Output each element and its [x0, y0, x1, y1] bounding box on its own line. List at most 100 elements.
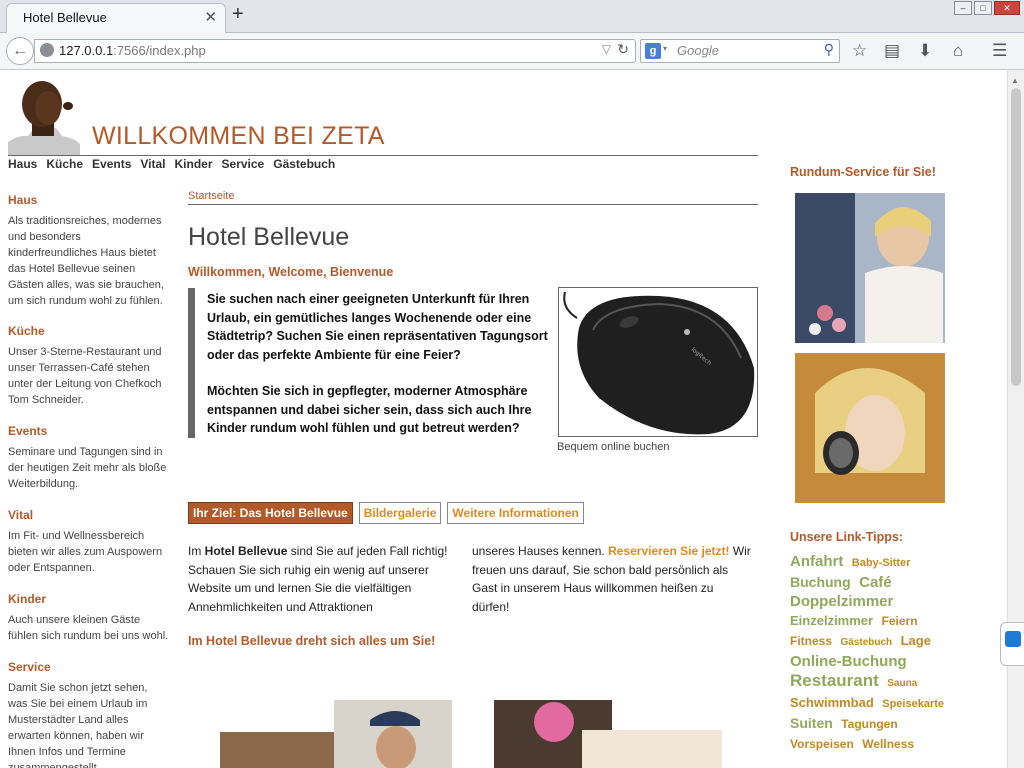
bookmark-star-icon[interactable]: ☆ — [852, 41, 867, 61]
nav-haus[interactable]: Haus — [8, 157, 37, 171]
avatar — [8, 81, 80, 156]
window-controls: – □ ✕ — [954, 1, 1020, 15]
sidebar-text-haus: Als traditionsreiches, modernes und beso… — [8, 215, 164, 307]
search-input[interactable]: Google — [677, 43, 719, 58]
tag-link[interactable]: Sauna — [887, 678, 917, 689]
scroll-up-icon[interactable]: ▲ — [1011, 76, 1019, 85]
tag-link[interactable]: Speisekarte — [882, 698, 944, 710]
sidebar-section-vital: Vital Im Fit- und Wellnessbereich bieten… — [8, 508, 170, 576]
content-column-2: unseres Hauses kennen. Reservieren Sie j… — [472, 542, 752, 616]
reserve-now-link[interactable]: Reservieren Sie jetzt! — [608, 544, 729, 558]
tag-link[interactable]: Doppelzimmer — [790, 593, 893, 610]
teamviewer-icon — [1005, 631, 1021, 647]
new-tab-icon[interactable]: + — [232, 3, 244, 26]
remote-support-widget[interactable] — [1000, 622, 1024, 666]
nav-kueche[interactable]: Küche — [46, 157, 83, 171]
menu-icon[interactable]: ☰ — [992, 41, 1007, 61]
download-icon[interactable]: ⬇ — [918, 41, 932, 61]
sidebar-section-service: Service Damit Sie schon jetzt sehen, was… — [8, 660, 170, 768]
intro-quote: Sie suchen nach einer geeigneten Unterku… — [188, 288, 552, 438]
intro-paragraph-2: Möchten Sie sich in gepflegter, moderner… — [207, 384, 532, 435]
back-arrow-icon[interactable]: ← — [6, 37, 34, 65]
browser-tab[interactable]: Hotel Bellevue ✕ — [6, 3, 226, 33]
tag-link[interactable]: Wellness — [862, 737, 914, 751]
sidebar-title-service[interactable]: Service — [8, 660, 170, 674]
tag-link[interactable]: Tagungen — [841, 717, 897, 731]
breadcrumb[interactable]: Startseite — [188, 190, 234, 202]
sidebar-text-vital: Im Fit- und Wellnessbereich bieten wir a… — [8, 530, 163, 574]
col1-text-start: Im — [188, 544, 205, 558]
intro-paragraph-1: Sie suchen nach einer geeigneten Unterku… — [207, 292, 548, 362]
site-welcome-heading: WILLKOMMEN BEI ZETA — [92, 122, 385, 150]
close-tab-icon[interactable]: ✕ — [204, 8, 217, 26]
url-text: 127.0.0.1:7566/index.php — [59, 43, 206, 58]
tag-link[interactable]: Fitness — [790, 634, 832, 648]
tag-link[interactable]: Suiten — [790, 715, 833, 731]
header-divider — [8, 155, 758, 156]
tag-link[interactable]: Anfahrt — [790, 553, 843, 570]
tag-link[interactable]: Einzelzimmer — [790, 613, 873, 628]
nav-vital[interactable]: Vital — [140, 157, 165, 171]
sidebar-text-events: Seminare und Tagungen sind in der heutig… — [8, 446, 167, 490]
sidebar-title-kueche[interactable]: Küche — [8, 324, 170, 338]
reload-icon[interactable]: ↻ — [617, 41, 629, 58]
window-close-icon[interactable]: ✕ — [994, 1, 1020, 15]
navigation-toolbar: ← 127.0.0.1:7566/index.php ▽ ↻ g ▾ Googl… — [0, 33, 1024, 70]
page-title: Hotel Bellevue — [188, 223, 350, 251]
search-bar[interactable]: g ▾ Google ⚲ — [640, 39, 840, 63]
tag-cloud: Anfahrt Baby-Sitter Buchung Café Doppelz… — [790, 552, 960, 754]
sidebar-text-service: Damit Sie schon jetzt sehen, was Sie bei… — [8, 682, 148, 768]
sidebar-section-kueche: Küche Unser 3-Sterne-Restaurant und unse… — [8, 324, 170, 408]
tab-bar: Hotel Bellevue ✕ + – □ ✕ — [0, 0, 1024, 33]
search-icon[interactable]: ⚲ — [824, 41, 834, 58]
url-path: :7566/index.php — [113, 43, 206, 58]
sidebar-text-kueche: Unser 3-Sterne-Restaurant und unser Terr… — [8, 346, 162, 406]
tag-link[interactable]: Baby-Sitter — [852, 557, 911, 569]
nav-events[interactable]: Events — [92, 157, 131, 171]
url-bar[interactable]: 127.0.0.1:7566/index.php ▽ ↻ — [34, 39, 636, 63]
scroll-thumb[interactable] — [1011, 88, 1021, 386]
tag-link[interactable]: Feiern — [882, 614, 918, 628]
gallery-thumbnails — [220, 700, 722, 768]
minimize-icon[interactable]: – — [954, 1, 972, 15]
tagline: Im Hotel Bellevue dreht sich alles um Si… — [188, 634, 436, 648]
link-tips-heading: Unsere Link-Tipps: — [790, 530, 903, 544]
content-tabs: Ihr Ziel: Das Hotel Bellevue Bildergaler… — [188, 502, 584, 524]
sidebar-section-kinder: Kinder Auch unsere kleinen Gäste fühlen … — [8, 592, 170, 644]
google-icon[interactable]: g — [645, 43, 661, 59]
nav-kinder[interactable]: Kinder — [175, 157, 213, 171]
sidebar-title-haus[interactable]: Haus — [8, 193, 170, 207]
maximize-icon[interactable]: □ — [974, 1, 992, 15]
wedding-photo[interactable] — [795, 193, 945, 343]
tag-link[interactable]: Café — [859, 574, 892, 591]
search-engine-dropdown-icon[interactable]: ▾ — [663, 44, 667, 53]
main-navigation: Haus Küche Events Vital Kinder Service G… — [8, 157, 335, 171]
tag-link[interactable]: Vorspeisen — [790, 737, 854, 751]
sidebar-text-kinder: Auch unsere kleinen Gäste fühlen sich ru… — [8, 614, 169, 642]
home-icon[interactable]: ⌂ — [953, 41, 963, 61]
tag-link[interactable]: Lage — [901, 633, 931, 648]
dropdown-arrow-icon[interactable]: ▽ — [602, 42, 611, 56]
sidebar-title-events[interactable]: Events — [8, 424, 170, 438]
tab-weitere-informationen[interactable]: Weitere Informationen — [447, 502, 584, 524]
breadcrumb-divider — [188, 204, 758, 205]
booking-image[interactable]: logitech — [558, 287, 758, 437]
page-subtitle: Willkommen, Welcome, Bienvenue — [188, 265, 394, 279]
sidebar-section-events: Events Seminare und Tagungen sind in der… — [8, 424, 170, 492]
nav-gaestebuch[interactable]: Gästebuch — [273, 157, 335, 171]
woman-mirror-photo[interactable] — [795, 353, 945, 503]
tab-hotel-bellevue[interactable]: Ihr Ziel: Das Hotel Bellevue — [188, 502, 353, 524]
sidebar-title-kinder[interactable]: Kinder — [8, 592, 170, 606]
sidebar-title-vital[interactable]: Vital — [8, 508, 170, 522]
tag-link[interactable]: Restaurant — [790, 671, 879, 690]
sidebar-section-haus: Haus Als traditionsreiches, modernes und… — [8, 193, 170, 309]
reading-list-icon[interactable]: ▤ — [884, 41, 900, 61]
nav-service[interactable]: Service — [222, 157, 265, 171]
web-page: WILLKOMMEN BEI ZETA Haus Küche Events Vi… — [0, 70, 1008, 768]
computer-mouse-image: logitech — [563, 291, 755, 435]
tag-link[interactable]: Buchung — [790, 574, 851, 590]
tag-link[interactable]: Schwimmbad — [790, 695, 874, 710]
tab-bildergalerie[interactable]: Bildergalerie — [358, 502, 442, 524]
tag-link[interactable]: Gästebuch — [840, 637, 892, 648]
tag-link[interactable]: Online-Buchung — [790, 653, 907, 670]
